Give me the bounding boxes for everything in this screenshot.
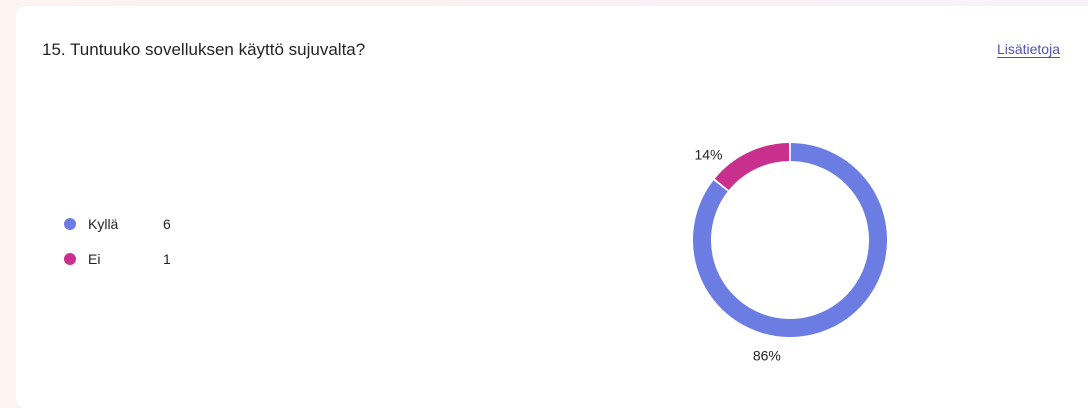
question-card: 15. Tuntuuko sovelluksen käyttö sujuvalt…: [16, 6, 1088, 408]
legend-label: Kyllä: [88, 215, 119, 232]
donut-chart: 86% 14%: [693, 143, 887, 364]
legend-dot-ei: [64, 252, 76, 265]
more-details-link[interactable]: Lisätietoja: [997, 41, 1060, 57]
legend-item-kylla: Kyllä 6: [64, 206, 224, 241]
legend-label: Ei: [88, 250, 101, 267]
legend-dot-kylla: [64, 217, 76, 230]
question-title: 15. Tuntuuko sovelluksen käyttö sujuvalt…: [42, 40, 366, 59]
legend-count: 6: [163, 215, 171, 232]
legend-item-ei: Ei 1: [64, 241, 224, 276]
legend: Kyllä 6 Ei 1: [64, 206, 224, 276]
percent-label-ei: 14%: [694, 147, 722, 163]
donut-slice-ei[interactable]: [714, 143, 790, 191]
percent-label-kyll-: 86%: [753, 348, 781, 364]
legend-count: 1: [163, 250, 171, 267]
